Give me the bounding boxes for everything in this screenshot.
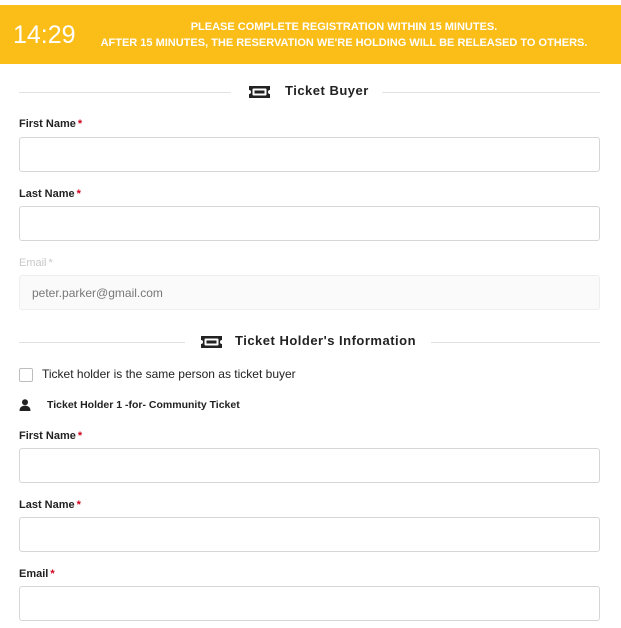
buyer-last-name-input[interactable]	[19, 206, 600, 241]
holder-first-name-input[interactable]	[19, 448, 600, 483]
reservation-notice: PLEASE COMPLETE REGISTRATION WITHIN 15 M…	[84, 19, 604, 51]
ticket-holder-header: Ticket Holder's Information	[19, 332, 600, 352]
divider	[19, 342, 185, 343]
required-marker: *	[48, 257, 53, 269]
required-marker: *	[76, 188, 81, 200]
buyer-last-name-label: Last Name *	[19, 188, 81, 200]
notice-line-1: PLEASE COMPLETE REGISTRATION WITHIN 15 M…	[190, 21, 498, 33]
same-as-buyer-checkbox[interactable]	[19, 368, 33, 382]
holder-heading-text: Ticket Holder 1 -for- Community Ticket	[47, 399, 240, 411]
holder-email-label: Email *	[19, 568, 55, 580]
buyer-email-label: Email *	[19, 257, 53, 269]
holder-email-input[interactable]	[19, 586, 600, 621]
label-text: First Name	[19, 430, 76, 442]
buyer-first-name-input[interactable]	[19, 137, 600, 172]
countdown-timer: 14:29	[13, 21, 76, 49]
holder-first-name-label: First Name *	[19, 430, 82, 442]
label-text: Email	[19, 257, 47, 269]
required-marker: *	[77, 118, 83, 130]
ticket-icon	[249, 86, 270, 98]
section-title: Ticket Holder's Information	[235, 333, 417, 348]
holder-last-name-input[interactable]	[19, 517, 600, 552]
required-marker: *	[50, 568, 55, 580]
label-text: Last Name	[19, 499, 75, 511]
label-text: Email	[19, 568, 49, 580]
label-text: First Name	[19, 118, 76, 130]
countdown-banner: 14:29 PLEASE COMPLETE REGISTRATION WITHI…	[0, 5, 621, 64]
required-marker: *	[77, 430, 83, 442]
divider	[382, 92, 600, 93]
buyer-email-input[interactable]	[19, 275, 600, 310]
same-as-buyer-label[interactable]: Ticket holder is the same person as tick…	[42, 367, 296, 381]
divider	[431, 342, 600, 343]
section-title: Ticket Buyer	[285, 83, 369, 98]
notice-line-2: AFTER 15 MINUTES, THE RESERVATION WE'RE …	[100, 37, 588, 49]
ticket-buyer-header: Ticket Buyer	[19, 82, 600, 102]
ticket-icon	[201, 336, 222, 348]
label-text: Last Name	[19, 188, 75, 200]
divider	[19, 92, 231, 93]
required-marker: *	[76, 499, 81, 511]
person-icon	[19, 399, 31, 411]
holder-last-name-label: Last Name *	[19, 499, 81, 511]
buyer-first-name-label: First Name *	[19, 118, 82, 130]
